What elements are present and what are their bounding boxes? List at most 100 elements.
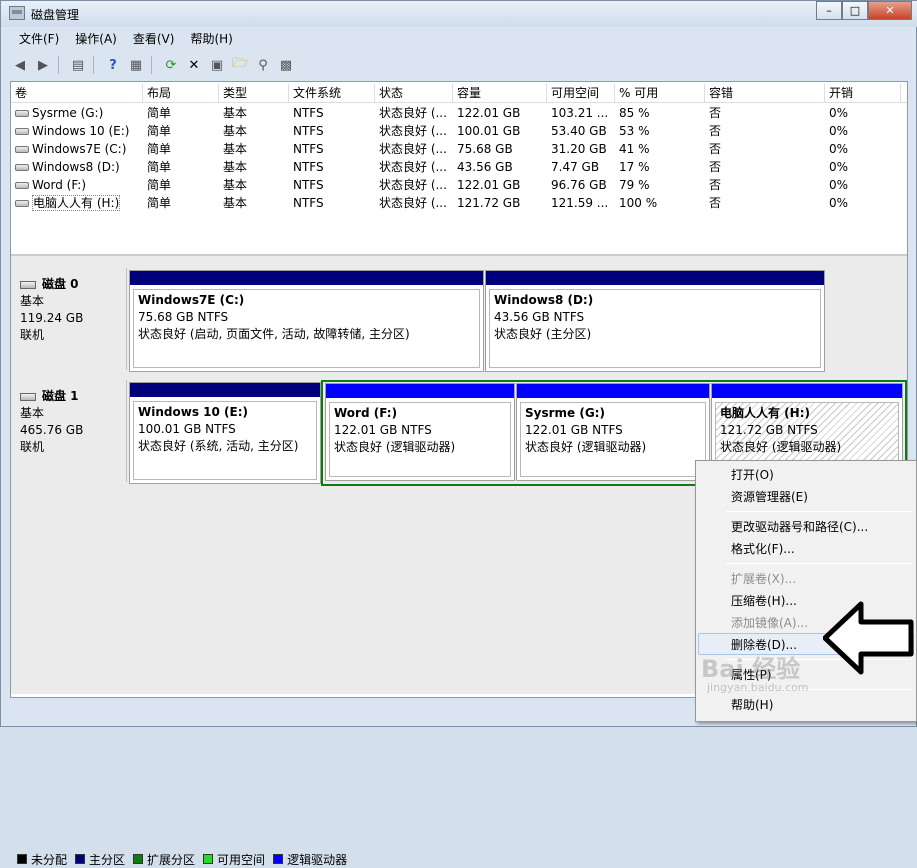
legend-item: 主分区 (75, 851, 125, 868)
partition-g[interactable]: Sysrme (G:) 122.01 GB NTFS 状态良好 (逻辑驱动器) (516, 383, 710, 481)
table-cell: 121.72 GB (457, 196, 521, 210)
table-cell: 否 (709, 106, 722, 120)
refresh-icon[interactable]: ⟳ (160, 54, 182, 76)
toolbar-separator (151, 56, 157, 74)
partition-name: Windows7E (C:) (138, 293, 245, 307)
table-cell: 否 (709, 142, 722, 156)
disk-1-info[interactable]: 磁盘 1 基本 465.76 GB 联机 (11, 380, 127, 482)
disk-management-window: 磁盘管理 – □ ✕ 文件(F) 操作(A) 查看(V) 帮助(H) ◀ ▶ ▤… (0, 0, 917, 867)
table-cell: 简单 (147, 142, 172, 156)
legend: 未分配 主分区 扩展分区 可用空间 逻辑驱动器 (17, 850, 355, 868)
table-cell: 79 % (619, 178, 650, 192)
partition-e[interactable]: Windows 10 (E:) 100.01 GB NTFS 状态良好 (系统,… (129, 382, 321, 484)
table-cell: NTFS (293, 142, 324, 156)
menu-file[interactable]: 文件(F) (11, 29, 67, 49)
partition-status: 状态良好 (系统, 活动, 主分区) (138, 439, 299, 453)
properties-pane-icon[interactable]: ▦ (125, 54, 147, 76)
legend-item: 未分配 (17, 851, 67, 868)
table-row[interactable]: Word (F:) 简单 基本 NTFS 状态良好 (... 122.01 GB… (11, 176, 907, 194)
col-type[interactable]: 类型 (219, 84, 289, 103)
partition-name: Word (F:) (334, 406, 398, 420)
menu-action[interactable]: 操作(A) (67, 29, 125, 49)
partition-size: 122.01 GB NTFS (525, 423, 623, 437)
table-row[interactable]: Windows7E (C:) 简单 基本 NTFS 状态良好 (... 75.6… (11, 140, 907, 158)
partition-f[interactable]: Word (F:) 122.01 GB NTFS 状态良好 (逻辑驱动器) (325, 383, 515, 481)
partition-size: 43.56 GB NTFS (494, 310, 585, 324)
col-capacity[interactable]: 容量 (453, 84, 547, 103)
table-cell: 0% (829, 124, 849, 138)
disk-type: 基本 (20, 294, 45, 308)
table-cell: 96.76 GB (551, 178, 607, 192)
disk-settings-icon[interactable]: ▩ (275, 54, 297, 76)
properties-icon[interactable]: ▣ (206, 54, 228, 76)
table-cell: 简单 (147, 178, 172, 192)
menu-item-help[interactable]: 帮助(H) (731, 695, 773, 715)
col-status[interactable]: 状态 (375, 84, 453, 103)
menu-help[interactable]: 帮助(H) (182, 29, 240, 49)
partition-details: Word (F:) 122.01 GB NTFS 状态良好 (逻辑驱动器) (329, 402, 511, 477)
menu-separator (726, 563, 913, 564)
table-cell: 否 (709, 124, 722, 138)
col-overhead[interactable]: 开销 (825, 84, 901, 103)
back-arrow-icon[interactable]: ◀ (9, 54, 31, 76)
col-fault-tolerance[interactable]: 容错 (705, 84, 825, 103)
partition-size: 75.68 GB NTFS (138, 310, 229, 324)
legend-swatch (75, 854, 86, 864)
drive-icon (15, 182, 29, 189)
drive-icon (15, 200, 29, 207)
menu-item-format[interactable]: 格式化(F)... (731, 539, 795, 559)
window-title: 磁盘管理 (31, 8, 80, 22)
menu-item-shrink-volume[interactable]: 压缩卷(H)... (731, 591, 797, 611)
forward-arrow-icon[interactable]: ▶ (32, 54, 54, 76)
table-cell: 0% (829, 142, 849, 156)
search-icon[interactable]: ⚲ (252, 54, 274, 76)
table-row[interactable]: Sysrme (G:) 简单 基本 NTFS 状态良好 (... 122.01 … (11, 104, 907, 122)
partition-color-bar (130, 383, 320, 397)
table-row[interactable]: Windows 10 (E:) 简单 基本 NTFS 状态良好 (... 100… (11, 122, 907, 140)
table-cell: 状态良好 (... (379, 106, 447, 120)
show-hide-console-tree-icon[interactable]: ▤ (67, 54, 89, 76)
menu-item-explorer[interactable]: 资源管理器(E) (731, 487, 808, 507)
disk-name: 磁盘 1 (42, 389, 79, 403)
help-icon[interactable]: ? (102, 54, 124, 76)
partition-color-bar (326, 384, 514, 398)
table-cell: 否 (709, 196, 722, 210)
partition-details: Windows 10 (E:) 100.01 GB NTFS 状态良好 (系统,… (133, 401, 317, 480)
partition-size: 121.72 GB NTFS (720, 423, 818, 437)
table-row[interactable]: Windows8 (D:) 简单 基本 NTFS 状态良好 (... 43.56… (11, 158, 907, 176)
disk-0-info[interactable]: 磁盘 0 基本 119.24 GB 联机 (11, 268, 127, 370)
volume-list: Sysrme (G:) 简单 基本 NTFS 状态良好 (... 122.01 … (11, 104, 907, 212)
partition-size: 100.01 GB NTFS (138, 422, 236, 436)
table-row[interactable]: 电脑人人有 (H:) 简单 基本 NTFS 状态良好 (... 121.72 G… (11, 194, 907, 212)
window-controls: – □ ✕ (816, 1, 912, 21)
col-filesystem[interactable]: 文件系统 (289, 84, 375, 103)
table-cell: 基本 (223, 178, 248, 192)
col-percent-free[interactable]: % 可用 (615, 84, 705, 103)
legend-item: 可用空间 (203, 851, 265, 868)
table-cell: 121.59 ... (551, 196, 609, 210)
delete-icon[interactable]: ✕ (183, 54, 205, 76)
menu-view[interactable]: 查看(V) (125, 29, 183, 49)
menu-item-open[interactable]: 打开(O) (731, 465, 774, 485)
col-free-space[interactable]: 可用空间 (547, 84, 615, 103)
close-button[interactable]: ✕ (868, 1, 912, 20)
col-volume[interactable]: 卷 (11, 84, 143, 103)
table-cell: 基本 (223, 160, 248, 174)
table-cell: 简单 (147, 106, 172, 120)
partition-c[interactable]: Windows7E (C:) 75.68 GB NTFS 状态良好 (启动, 页… (129, 270, 484, 372)
partition-d[interactable]: Windows8 (D:) 43.56 GB NTFS 状态良好 (主分区) (485, 270, 825, 372)
open-folder-icon[interactable]: 🗁 (229, 54, 251, 76)
menu-bar: 文件(F) 操作(A) 查看(V) 帮助(H) (11, 29, 241, 49)
disk-name: 磁盘 0 (42, 277, 79, 291)
minimize-button[interactable]: – (816, 1, 842, 20)
maximize-button[interactable]: □ (842, 1, 868, 20)
menu-item-change-drive-letter[interactable]: 更改驱动器号和路径(C)... (731, 517, 868, 537)
col-layout[interactable]: 布局 (143, 84, 219, 103)
table-cell: NTFS (293, 160, 324, 174)
drive-icon (15, 128, 29, 135)
partition-name: 电脑人人有 (H:) (720, 406, 810, 420)
volume-list-header: 卷 布局 类型 文件系统 状态 容量 可用空间 % 可用 容错 开销 (11, 84, 907, 103)
table-cell: 7.47 GB (551, 160, 600, 174)
table-cell: 75.68 GB (457, 142, 513, 156)
partition-name: Windows 10 (E:) (138, 405, 248, 419)
